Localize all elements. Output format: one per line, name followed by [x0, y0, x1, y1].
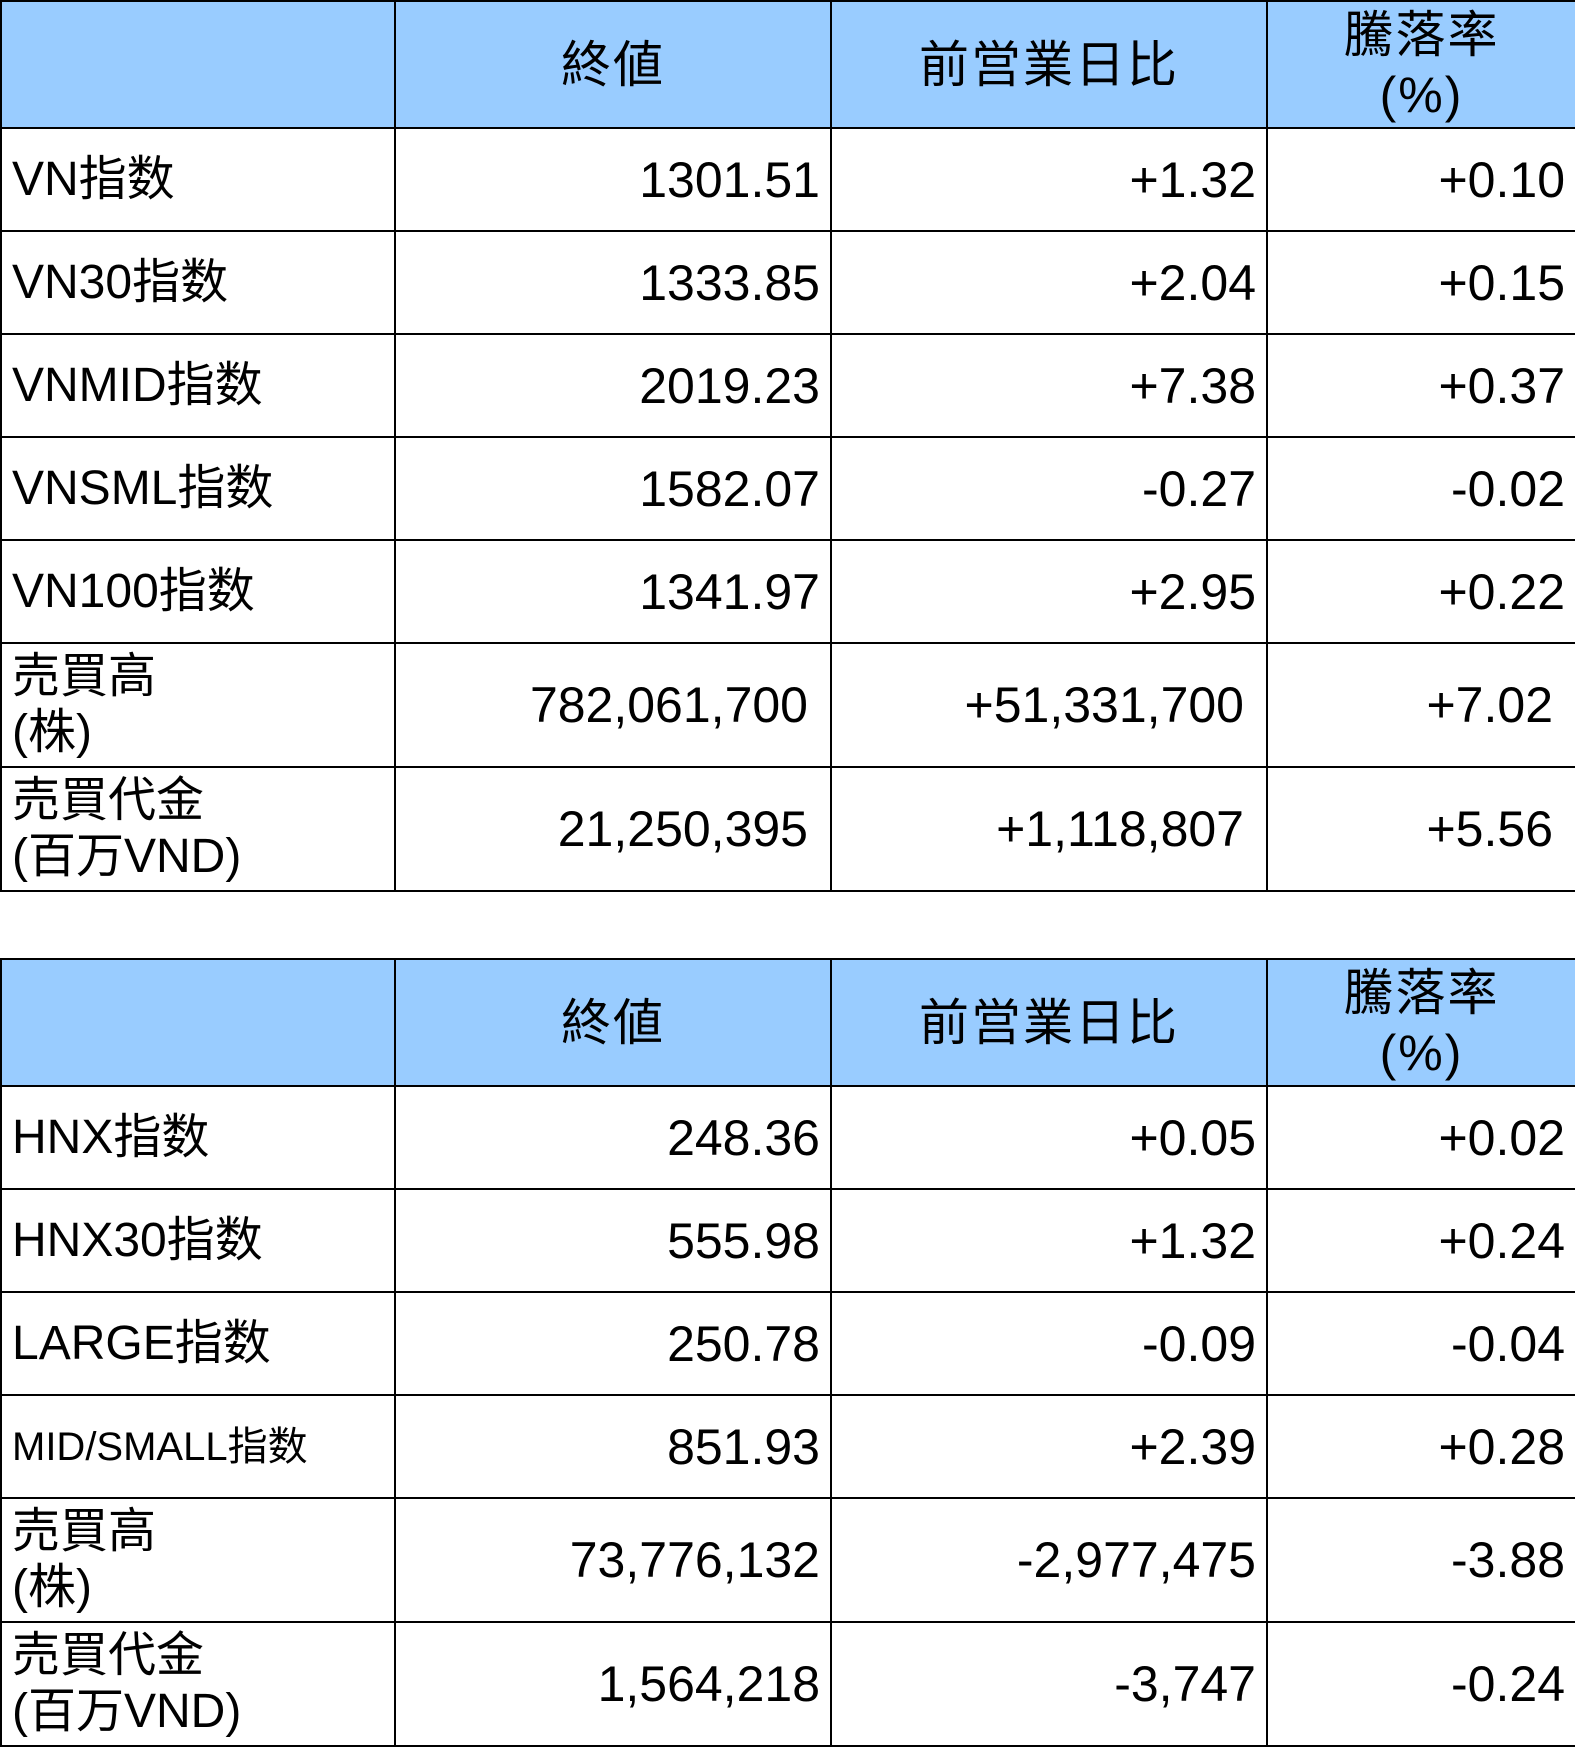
row-change: -2,977,475 — [830, 1497, 1268, 1623]
row-label-line1: 売買高 — [12, 1505, 157, 1558]
row-pct: +0.37 — [1266, 333, 1575, 438]
row-change: +7.38 — [830, 333, 1268, 438]
row-label: LARGE指数 — [0, 1291, 396, 1396]
market-table-hose: 終値 前営業日比 騰落率 (%) VN指数 1301.51 +1.32 +0.1… — [0, 0, 1575, 892]
row-label-line2: (株) — [12, 1561, 92, 1614]
row-close: 1582.07 — [394, 436, 832, 541]
row-close: 1341.97 — [394, 539, 832, 644]
row-label-line1: 売買代金 — [12, 774, 205, 827]
header-pct-line2: (%) — [1379, 1024, 1464, 1081]
table-row: HNX30指数 555.98 +1.32 +0.24 — [0, 1188, 1575, 1293]
row-close: 555.98 — [394, 1188, 832, 1293]
row-close: 1301.51 — [394, 127, 832, 232]
row-label: 売買高 (株) — [0, 642, 396, 768]
table-row: VNMID指数 2019.23 +7.38 +0.37 — [0, 333, 1575, 438]
header-close: 終値 — [394, 0, 832, 129]
table-header-row: 終値 前営業日比 騰落率 (%) — [0, 958, 1575, 1087]
row-label: 売買代金 (百万VND) — [0, 1621, 396, 1747]
row-label-line2: (百万VND) — [12, 830, 242, 883]
header-pct-line1: 騰落率 — [1343, 6, 1500, 63]
table-row: VNSML指数 1582.07 -0.27 -0.02 — [0, 436, 1575, 541]
row-close: 851.93 — [394, 1394, 832, 1499]
row-close: 248.36 — [394, 1085, 832, 1190]
row-label-line1: 売買高 — [12, 650, 157, 703]
row-label: VN100指数 — [0, 539, 396, 644]
row-change: +2.95 — [830, 539, 1268, 644]
header-pct-line1: 騰落率 — [1343, 964, 1500, 1021]
row-label: VN30指数 — [0, 230, 396, 335]
row-close: 250.78 — [394, 1291, 832, 1396]
row-close: 21,250,395 — [394, 766, 832, 892]
row-close: 1,564,218 — [394, 1621, 832, 1747]
row-change: +1.32 — [830, 127, 1268, 232]
header-close: 終値 — [394, 958, 832, 1087]
table-row: LARGE指数 250.78 -0.09 -0.04 — [0, 1291, 1575, 1396]
row-pct: +0.24 — [1266, 1188, 1575, 1293]
row-label-line2: (株) — [12, 706, 92, 759]
header-pct: 騰落率 (%) — [1266, 0, 1575, 129]
header-blank-cell — [0, 0, 396, 129]
row-pct: +0.22 — [1266, 539, 1575, 644]
table-row: MID/SMALL指数 851.93 +2.39 +0.28 — [0, 1394, 1575, 1499]
row-change: -3,747 — [830, 1621, 1268, 1747]
row-close: 1333.85 — [394, 230, 832, 335]
row-change: +2.39 — [830, 1394, 1268, 1499]
table-row: 売買代金 (百万VND) 21,250,395 +1,118,807 +5.56 — [0, 766, 1575, 892]
row-pct: -0.04 — [1266, 1291, 1575, 1396]
table-row: VN30指数 1333.85 +2.04 +0.15 — [0, 230, 1575, 335]
row-label: HNX指数 — [0, 1085, 396, 1190]
table-row: 売買代金 (百万VND) 1,564,218 -3,747 -0.24 — [0, 1621, 1575, 1747]
row-label: VNSML指数 — [0, 436, 396, 541]
row-pct: +0.02 — [1266, 1085, 1575, 1190]
header-change: 前営業日比 — [830, 958, 1268, 1087]
row-label-line2: (百万VND) — [12, 1685, 242, 1738]
row-pct: -0.02 — [1266, 436, 1575, 541]
row-close: 782,061,700 — [394, 642, 832, 768]
row-pct: -0.24 — [1266, 1621, 1575, 1747]
row-change: +51,331,700 — [830, 642, 1268, 768]
header-pct: 騰落率 (%) — [1266, 958, 1575, 1087]
row-label-line1: 売買代金 — [12, 1629, 205, 1682]
row-change: -0.27 — [830, 436, 1268, 541]
row-label: HNX30指数 — [0, 1188, 396, 1293]
row-label: 売買高 (株) — [0, 1497, 396, 1623]
row-pct: +0.15 — [1266, 230, 1575, 335]
row-change: -0.09 — [830, 1291, 1268, 1396]
market-table-hnx: 終値 前営業日比 騰落率 (%) HNX指数 248.36 +0.05 +0.0… — [0, 958, 1575, 1747]
row-pct: +0.10 — [1266, 127, 1575, 232]
row-change: +1,118,807 — [830, 766, 1268, 892]
header-change: 前営業日比 — [830, 0, 1268, 129]
header-pct-line2: (%) — [1379, 66, 1464, 123]
table-header-row: 終値 前営業日比 騰落率 (%) — [0, 0, 1575, 129]
table-row: 売買高 (株) 782,061,700 +51,331,700 +7.02 — [0, 642, 1575, 768]
table-row: HNX指数 248.36 +0.05 +0.02 — [0, 1085, 1575, 1190]
row-change: +1.32 — [830, 1188, 1268, 1293]
row-label: MID/SMALL指数 — [0, 1394, 396, 1499]
table-row: 売買高 (株) 73,776,132 -2,977,475 -3.88 — [0, 1497, 1575, 1623]
row-label: VNMID指数 — [0, 333, 396, 438]
row-close: 73,776,132 — [394, 1497, 832, 1623]
table-row: VN指数 1301.51 +1.32 +0.10 — [0, 127, 1575, 232]
row-label: VN指数 — [0, 127, 396, 232]
row-close: 2019.23 — [394, 333, 832, 438]
table-row: VN100指数 1341.97 +2.95 +0.22 — [0, 539, 1575, 644]
row-change: +2.04 — [830, 230, 1268, 335]
header-blank-cell — [0, 958, 396, 1087]
row-pct: +0.28 — [1266, 1394, 1575, 1499]
row-change: +0.05 — [830, 1085, 1268, 1190]
row-label: 売買代金 (百万VND) — [0, 766, 396, 892]
row-pct: -3.88 — [1266, 1497, 1575, 1623]
row-pct: +7.02 — [1266, 642, 1575, 768]
row-pct: +5.56 — [1266, 766, 1575, 892]
